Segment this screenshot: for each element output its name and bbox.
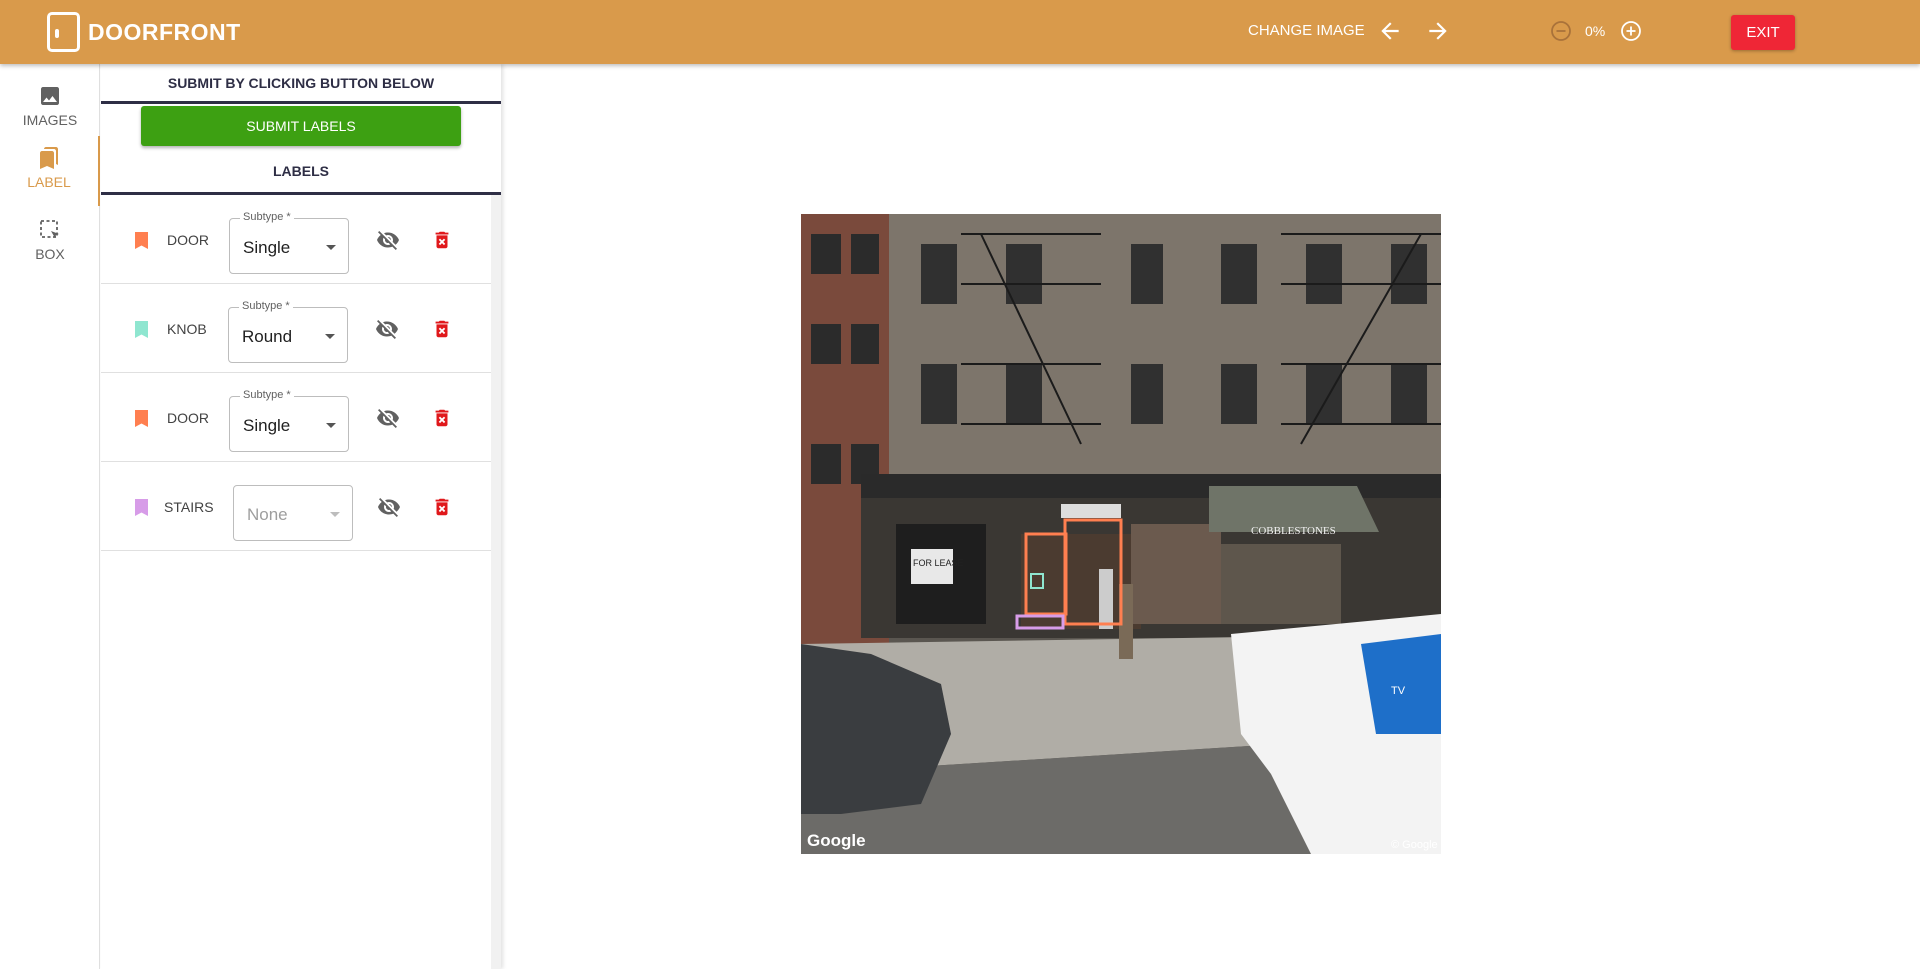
nav-images[interactable]: IMAGES (0, 74, 100, 144)
subtype-value: Single (243, 416, 291, 435)
cobblestones-sign: COBBLESTONES (1251, 525, 1336, 537)
subtype-select[interactable]: Subtype * Single (229, 211, 349, 274)
image-icon (41, 87, 59, 105)
label-row[interactable]: STAIRS None (101, 462, 491, 551)
street-view-image[interactable]: FOR LEASE COBBLESTONES TV Google © Googl… (801, 214, 1441, 854)
zoom-level: 0% (1585, 23, 1606, 39)
subtype-legend: Subtype * (240, 389, 294, 401)
google-logo: Google (807, 831, 866, 850)
subtype-select[interactable]: Subtype * Single (229, 389, 349, 452)
exit-button[interactable]: EXIT (1731, 15, 1795, 50)
subtype-select[interactable]: None (233, 485, 353, 541)
bookmarks-icon (40, 147, 58, 169)
subtype-legend: Subtype * (240, 211, 294, 223)
visibility-off-icon[interactable] (375, 317, 399, 341)
dropdown-arrow-icon (326, 423, 336, 428)
bookmark-icon (135, 410, 148, 427)
nav-box-label: BOX (35, 246, 65, 262)
delete-icon[interactable] (431, 229, 453, 251)
panel-scrollbar[interactable] (491, 195, 501, 969)
subtype-legend: Subtype * (239, 300, 293, 312)
nav-label-label: LABEL (27, 174, 71, 190)
subtype-value: None (247, 505, 288, 524)
visibility-off-icon[interactable] (376, 406, 400, 430)
nav-box[interactable]: BOX (0, 208, 100, 278)
label-row[interactable]: KNOB Subtype * Round (101, 284, 491, 373)
nav-images-label: IMAGES (22, 112, 78, 128)
subtype-value: Round (242, 327, 293, 346)
label-row[interactable]: DOOR Subtype * Single (101, 373, 491, 462)
change-image-label: CHANGE IMAGE (1248, 22, 1365, 39)
delete-icon[interactable] (431, 407, 453, 429)
submit-instructions: SUBMIT BY CLICKING BUTTON BELOW (101, 64, 501, 104)
street-photo-canvas[interactable]: FOR LEASE COBBLESTONES TV Google © Googl… (801, 214, 1441, 854)
app-logo[interactable]: DOORFRONT (47, 12, 241, 52)
van-text: TV (1391, 685, 1406, 697)
nav-label[interactable]: LABEL (0, 136, 100, 206)
top-app-bar: DOORFRONT CHANGE IMAGE 0% EXIT (0, 0, 1920, 64)
bookmark-icon (135, 499, 148, 516)
dropdown-arrow-icon (326, 245, 336, 250)
visibility-off-icon[interactable] (376, 228, 400, 252)
labels-panel: SUBMIT BY CLICKING BUTTON BELOW SUBMIT L… (101, 64, 501, 969)
dropdown-arrow-icon (330, 512, 340, 517)
label-row[interactable]: DOOR Subtype * Single (101, 195, 491, 284)
labels-heading: LABELS (101, 152, 501, 195)
app-title: DOORFRONT (88, 18, 241, 45)
label-list: DOOR Subtype * Single KNOB Subtype * Rou… (101, 195, 491, 969)
label-name: DOOR (167, 410, 209, 426)
label-name: STAIRS (164, 499, 214, 515)
subtype-select[interactable]: Subtype * Round (228, 300, 348, 363)
next-image-arrow-icon[interactable] (1425, 18, 1451, 44)
door-logo-icon (47, 12, 80, 52)
left-navigation: IMAGES LABEL BOX (0, 64, 100, 969)
for-lease-sign: FOR LEASE (913, 558, 964, 568)
submit-labels-button[interactable]: SUBMIT LABELS (141, 106, 461, 146)
zoom-in-icon[interactable] (1619, 19, 1643, 43)
select-box-icon (40, 220, 59, 238)
dropdown-arrow-icon (325, 334, 335, 339)
visibility-off-icon[interactable] (377, 495, 401, 519)
bookmark-icon (135, 321, 148, 338)
bookmark-icon (135, 232, 148, 249)
label-name: KNOB (167, 321, 207, 337)
previous-image-arrow-icon[interactable] (1377, 18, 1403, 44)
subtype-value: Single (243, 238, 291, 257)
delete-icon[interactable] (431, 496, 453, 518)
google-copyright: © Google (1391, 839, 1438, 851)
label-name: DOOR (167, 232, 209, 248)
delete-icon[interactable] (431, 318, 453, 340)
zoom-out-icon[interactable] (1549, 19, 1573, 43)
